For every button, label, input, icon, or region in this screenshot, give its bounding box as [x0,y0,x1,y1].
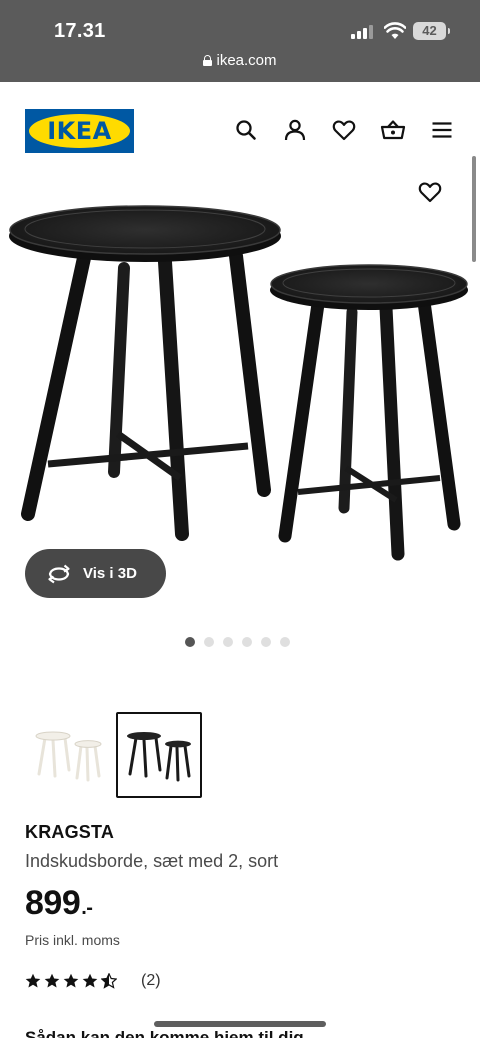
product-description: Indskudsborde, sæt med 2, sort [25,851,279,871]
thumbnail-black-variant[interactable] [116,712,202,798]
view-in-3d-button[interactable]: Vis i 3D [25,549,166,598]
menu-icon[interactable] [429,117,455,143]
product-name[interactable]: KRAGSTA [25,822,114,843]
carousel-dot[interactable] [204,637,214,647]
star-full-icon [82,973,98,988]
url-text: ikea.com [216,52,277,69]
status-time: 17.31 [54,20,106,42]
battery-indicator: 42 [413,22,450,40]
delivery-heading: Sådan kan den komme hjem til dig [25,1028,304,1038]
account-icon[interactable] [282,117,308,143]
price-value: 899 [25,884,81,922]
logo-text: IKEA [47,117,112,145]
star-half-icon [101,973,117,989]
carousel-dots [185,637,290,647]
carousel-dot[interactable] [223,637,233,647]
rotate-3d-icon [48,564,70,583]
small-table [270,264,468,561]
favourite-heart-icon[interactable] [417,179,443,205]
thumbnail-white-variant[interactable] [25,712,111,798]
view-in-3d-label: Vis i 3D [83,565,137,582]
home-indicator [154,1021,326,1027]
star-full-icon [25,973,41,988]
rating-stars[interactable] [25,973,117,989]
basket-icon[interactable] [380,117,406,143]
cellular-signal-icon [351,25,373,39]
carousel-dot[interactable] [280,637,290,647]
star-full-icon [44,973,60,988]
product-price: 899.- [25,884,93,923]
carousel-dot[interactable] [242,637,252,647]
review-count[interactable]: (2) [141,972,161,990]
product-image [9,205,468,561]
status-bar: 17.31 42 ikea.com [0,0,480,82]
price-suffix: .- [81,897,93,919]
heart-icon[interactable] [331,117,357,143]
vat-note: Pris inkl. moms [25,932,120,948]
large-table [9,205,281,541]
search-icon[interactable] [233,117,259,143]
address-bar[interactable]: ikea.com [0,52,480,69]
carousel-dot[interactable] [185,637,195,647]
star-full-icon [63,973,79,988]
ikea-logo[interactable]: IKEA [25,109,134,153]
carousel-dot[interactable] [261,637,271,647]
wifi-icon [383,22,407,40]
lock-icon [203,55,213,66]
